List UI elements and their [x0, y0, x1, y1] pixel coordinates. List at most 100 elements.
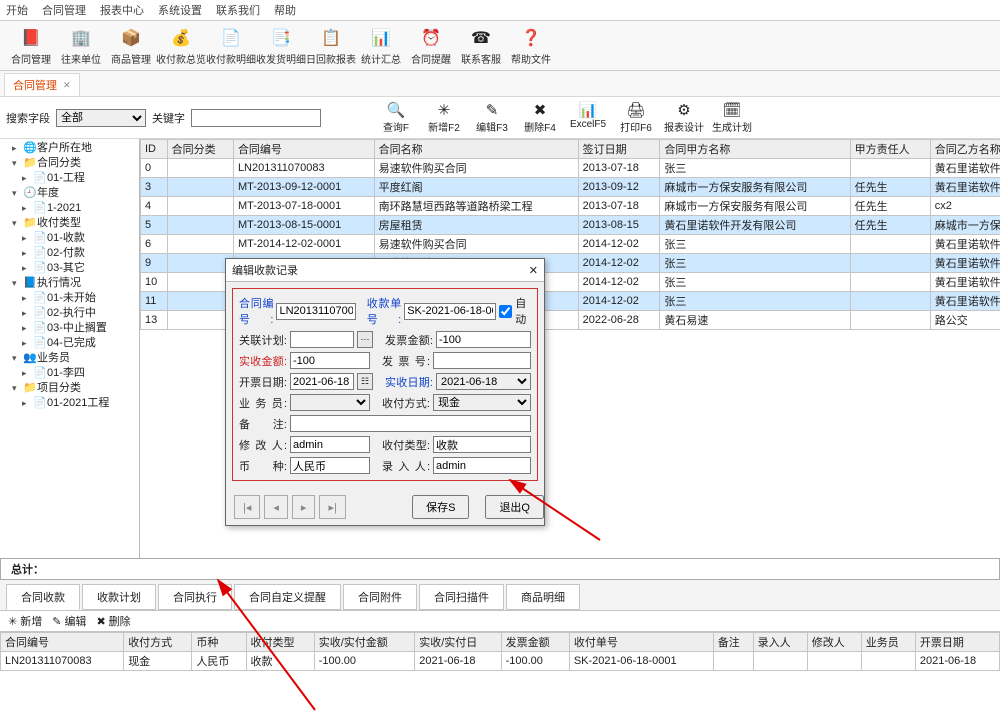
tree-node[interactable]: 📄02-执行中 — [22, 306, 137, 321]
toolbar-button[interactable]: 📦商品管理 — [106, 25, 156, 68]
table-row[interactable]: 0LN201311070083易速软件购买合同2013-07-18张三黄石里诺软… — [141, 159, 1000, 178]
column-header[interactable]: 币种 — [192, 633, 246, 652]
tree-node[interactable]: 📄03-中止搁置 — [22, 321, 137, 336]
column-header[interactable]: 收付方式 — [124, 633, 192, 652]
modifier-input[interactable] — [290, 436, 370, 453]
toolbar-button[interactable]: ☎联系客服 — [456, 25, 506, 68]
auto-checkbox[interactable] — [499, 305, 512, 318]
toolbar-button[interactable]: 📋日回款报表 — [306, 25, 356, 68]
salesman-select[interactable] — [290, 394, 370, 411]
tab-contract-mgmt[interactable]: 合同管理 ✕ — [4, 73, 80, 96]
column-header[interactable]: 收付单号 — [569, 633, 713, 652]
column-header[interactable]: 业务员 — [861, 633, 915, 652]
tree-node[interactable]: 📄01-收款 — [22, 231, 137, 246]
receipt-grid[interactable]: 合同编号收付方式币种收付类型实收/实付金额实收/实付日发票金额收付单号备注录入人… — [0, 632, 1000, 671]
entry-input[interactable] — [433, 457, 531, 474]
keyword-input[interactable] — [191, 109, 321, 127]
tree-node[interactable]: 📄01-工程 — [22, 171, 137, 186]
detail-tab[interactable]: 合同执行 — [158, 584, 232, 610]
invoice-no-input[interactable] — [433, 352, 531, 369]
column-header[interactable]: 收付类型 — [246, 633, 314, 652]
action-button[interactable]: 🔍查询F — [373, 101, 419, 134]
menu-item[interactable]: 报表中心 — [100, 2, 144, 18]
rel-plan-input[interactable] — [290, 331, 354, 348]
receipt-no-input[interactable] — [404, 303, 496, 320]
table-row[interactable]: LN201311070083现金人民币收款-100.002021-06-18-1… — [1, 652, 1000, 671]
next-button[interactable]: ▸ — [292, 495, 316, 519]
column-header[interactable]: 录入人 — [753, 633, 807, 652]
tree-node[interactable]: 📘执行情况📄01-未开始📄02-执行中📄03-中止搁置📄04-已完成 — [12, 276, 137, 351]
column-header[interactable]: 合同甲方名称 — [660, 140, 850, 159]
prev-button[interactable]: ◂ — [264, 495, 288, 519]
actual-date-select[interactable]: 2021-06-18 — [436, 373, 531, 390]
menu-item[interactable]: 帮助 — [274, 2, 296, 18]
tree-node[interactable]: 📄02-付款 — [22, 246, 137, 261]
column-header[interactable]: ID — [141, 140, 168, 159]
exit-button[interactable]: 退出Q — [485, 495, 544, 519]
action-button[interactable]: ✳新增F2 — [421, 101, 467, 134]
column-header[interactable]: 合同分类 — [167, 140, 233, 159]
column-header[interactable]: 甲方责任人 — [850, 140, 930, 159]
menu-item[interactable]: 联系我们 — [216, 2, 260, 18]
contract-no-input[interactable] — [276, 303, 356, 320]
table-row[interactable]: 6MT-2014-12-02-0001易速软件购买合同2014-12-02张三黄… — [141, 235, 1000, 254]
table-row[interactable]: 5MT-2013-08-15-0001房屋租赁2013-08-15黄石里诺软件开… — [141, 216, 1000, 235]
tree-node[interactable]: 📄01-李四 — [22, 366, 137, 381]
tree-node[interactable]: 📁项目分类📄01-2021工程 — [12, 381, 137, 411]
pay-type-input[interactable] — [433, 436, 531, 453]
invoice-amt-input[interactable] — [436, 331, 531, 348]
tree-node[interactable]: 📄04-已完成 — [22, 336, 137, 351]
column-header[interactable]: 实收/实付日 — [415, 633, 501, 652]
close-icon[interactable]: ✕ — [63, 80, 71, 91]
action-button[interactable]: ⚙报表设计 — [661, 101, 707, 134]
toolbar-button[interactable]: ❓帮助文件 — [506, 25, 556, 68]
toolbar-button[interactable]: 📕合同管理 — [6, 25, 56, 68]
detail-tab[interactable]: 合同收款 — [6, 584, 80, 610]
remark-input[interactable] — [290, 415, 531, 432]
detail-tab[interactable]: 合同自定义提醒 — [234, 584, 341, 610]
pay-method-select[interactable]: 现金 — [433, 394, 531, 411]
action-button[interactable]: 📊ExcelF5 — [565, 101, 611, 134]
toolbar-button[interactable]: 📑收发货明细 — [256, 25, 306, 68]
action-button[interactable]: 🗓生成计划 — [709, 101, 755, 134]
table-row[interactable]: 3MT-2013-09-12-0001平度红阁2013-09-12麻城市一方保安… — [141, 178, 1000, 197]
lookup-icon[interactable]: ⋯ — [357, 331, 373, 348]
detail-tab[interactable]: 合同附件 — [343, 584, 417, 610]
tree-node[interactable]: 📄1-2021 — [22, 201, 137, 216]
toolbar-button[interactable]: ⏰合同提醒 — [406, 25, 456, 68]
tree-node[interactable]: 📄03-其它 — [22, 261, 137, 276]
column-header[interactable]: 备注 — [713, 633, 753, 652]
column-header[interactable]: 合同编号 — [233, 140, 374, 159]
column-header[interactable]: 修改人 — [807, 633, 861, 652]
tree-node[interactable]: 📁收付类型📄01-收款📄02-付款📄03-其它 — [12, 216, 137, 276]
column-header[interactable]: 合同编号 — [1, 633, 124, 652]
first-button[interactable]: |◂ — [234, 495, 260, 519]
invoice-date-input[interactable] — [290, 373, 354, 390]
detail-action[interactable]: ✳新增 — [8, 613, 42, 629]
toolbar-button[interactable]: 📄收付款明细 — [206, 25, 256, 68]
detail-tab[interactable]: 商品明细 — [506, 584, 580, 610]
toolbar-button[interactable]: 💰收付款总览 — [156, 25, 206, 68]
action-button[interactable]: ✎编辑F3 — [469, 101, 515, 134]
detail-tab[interactable]: 合同扫描件 — [419, 584, 504, 610]
search-field-select[interactable]: 全部 — [56, 109, 146, 127]
nav-tree[interactable]: 🌐客户所在地📁合同分类📄01-工程🕘年度📄1-2021📁收付类型📄01-收款📄0… — [0, 139, 140, 558]
detail-action[interactable]: ✎编辑 — [52, 613, 86, 629]
actual-amt-input[interactable] — [290, 352, 370, 369]
column-header[interactable]: 开票日期 — [915, 633, 999, 652]
menu-item[interactable]: 系统设置 — [158, 2, 202, 18]
column-header[interactable]: 合同乙方名称 — [930, 140, 1000, 159]
table-row[interactable]: 4MT-2013-07-18-0001南环路慧垣西路等道路桥梁工程2013-07… — [141, 197, 1000, 216]
tree-node[interactable]: 📄01-2021工程 — [22, 396, 137, 411]
tree-node[interactable]: 📁合同分类📄01-工程 — [12, 156, 137, 186]
menu-item[interactable]: 开始 — [6, 2, 28, 18]
tree-node[interactable]: 🕘年度📄1-2021 — [12, 186, 137, 216]
menu-item[interactable]: 合同管理 — [42, 2, 86, 18]
column-header[interactable]: 签订日期 — [578, 140, 660, 159]
toolbar-button[interactable]: 📊统计汇总 — [356, 25, 406, 68]
action-button[interactable]: 🖨打印F6 — [613, 101, 659, 134]
column-header[interactable]: 实收/实付金额 — [314, 633, 415, 652]
calendar-icon[interactable]: ☷ — [357, 373, 373, 390]
currency-input[interactable] — [290, 457, 370, 474]
last-button[interactable]: ▸| — [319, 495, 345, 519]
